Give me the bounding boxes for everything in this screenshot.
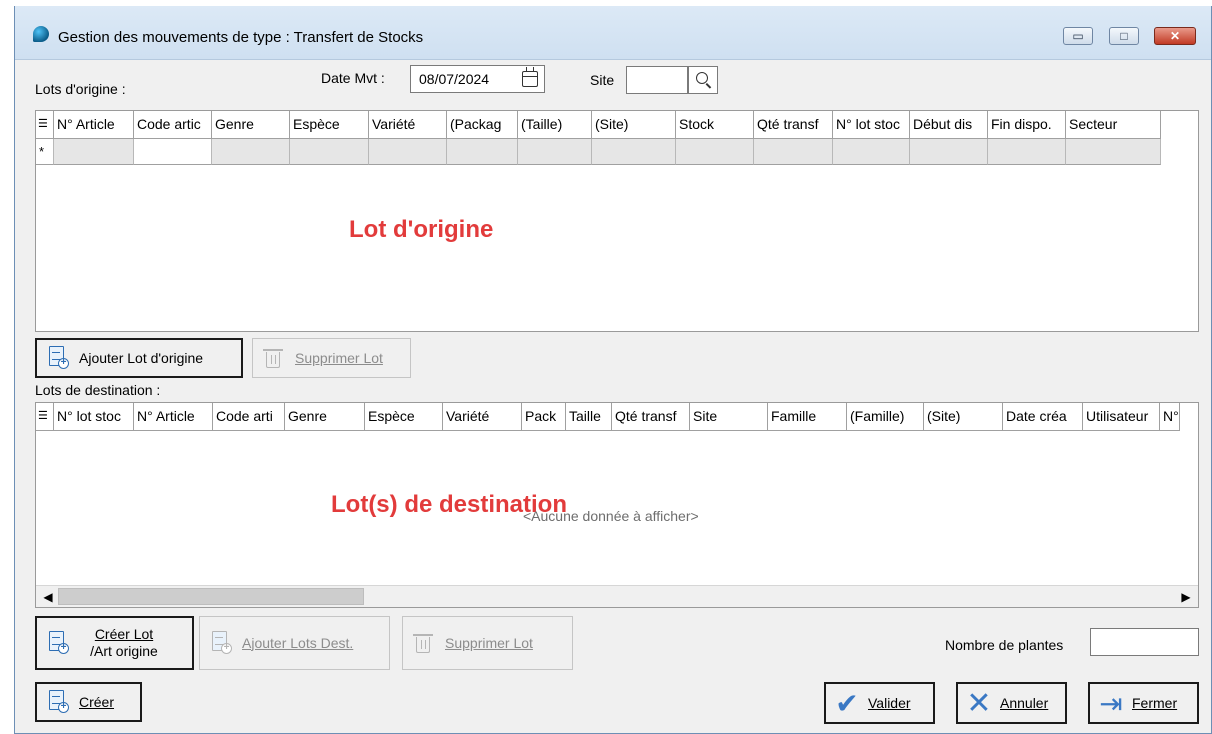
site-field[interactable] <box>626 66 688 94</box>
trash-icon <box>413 631 433 655</box>
dest-col-header[interactable]: N° lot stoc <box>54 403 134 431</box>
dest-col-header[interactable]: Code arti <box>213 403 285 431</box>
add-origin-lot-button[interactable]: + Ajouter Lot d'origine <box>35 338 243 378</box>
close-button[interactable]: ⇥ Fermer <box>1088 682 1199 724</box>
dest-col-header[interactable]: (Famille) <box>847 403 924 431</box>
column-chooser-icon[interactable]: ☰ <box>36 403 54 431</box>
plants-count-label: Nombre de plantes <box>945 637 1064 653</box>
origin-col-header[interactable]: Stock <box>676 111 754 139</box>
column-chooser-icon[interactable]: ☰ <box>36 111 54 139</box>
horizontal-scrollbar[interactable]: ◀ ▶ <box>36 585 1198 607</box>
dest-col-header[interactable]: Genre <box>285 403 365 431</box>
origin-col-header[interactable]: N° Article <box>54 111 134 139</box>
new-row-marker: * <box>36 139 54 165</box>
date-mvt-label: Date Mvt : <box>321 70 385 86</box>
doc-plus-icon: + <box>47 689 69 715</box>
scroll-right-icon[interactable]: ▶ <box>1178 589 1194 605</box>
validate-button[interactable]: ✔ Valider <box>824 682 935 724</box>
grid-cell[interactable] <box>754 139 833 165</box>
origin-col-header[interactable]: (Site) <box>592 111 676 139</box>
dest-col-header[interactable]: Taille <box>566 403 612 431</box>
dest-col-header[interactable]: (Site) <box>924 403 1003 431</box>
origin-grid-header: ☰ N° Article Code artic Genre Espèce Var… <box>36 111 1161 139</box>
origin-col-header[interactable]: N° lot stoc <box>833 111 910 139</box>
dest-col-header[interactable]: Pack <box>522 403 566 431</box>
minimize-button[interactable]: ▭ <box>1063 27 1093 45</box>
plants-count-field[interactable] <box>1090 628 1199 656</box>
dest-col-header[interactable]: Site <box>690 403 768 431</box>
dest-col-header[interactable]: Date créa <box>1003 403 1083 431</box>
origin-col-header[interactable]: Début dis <box>910 111 988 139</box>
grid-cell[interactable] <box>676 139 754 165</box>
dest-col-header[interactable]: Variété <box>443 403 522 431</box>
grid-cell[interactable] <box>988 139 1066 165</box>
scrollbar-thumb[interactable] <box>58 588 364 605</box>
calendar-icon[interactable] <box>522 67 538 87</box>
origin-new-row[interactable]: * <box>36 139 1161 165</box>
dest-col-header[interactable]: Qté transf <box>612 403 690 431</box>
dest-grid-header: ☰ N° lot stoc N° Article Code arti Genre… <box>36 403 1180 431</box>
origin-col-header[interactable]: Genre <box>212 111 290 139</box>
doc-plus-icon: + <box>47 630 69 656</box>
grid-cell[interactable] <box>369 139 447 165</box>
origin-col-header[interactable]: (Taille) <box>518 111 592 139</box>
dest-lots-grid[interactable]: ☰ N° lot stoc N° Article Code arti Genre… <box>35 402 1199 608</box>
dest-col-header[interactable]: Famille <box>768 403 847 431</box>
site-search-button[interactable] <box>688 66 718 94</box>
lots-origine-label: Lots d'origine : <box>35 81 126 97</box>
grid-cell[interactable] <box>592 139 676 165</box>
trash-icon <box>263 346 283 370</box>
doc-plus-icon: + <box>47 345 69 371</box>
dest-col-header[interactable]: N° Article <box>134 403 213 431</box>
origin-col-header[interactable]: Fin dispo. <box>988 111 1066 139</box>
search-icon <box>696 72 708 84</box>
grid-cell[interactable] <box>212 139 290 165</box>
create-button[interactable]: + Créer <box>35 682 142 722</box>
add-dest-lots-button[interactable]: + Ajouter Lots Dest. <box>199 616 390 670</box>
grid-cell[interactable] <box>833 139 910 165</box>
window-title: Gestion des mouvements de type : Transfe… <box>58 29 424 46</box>
site-label: Site <box>590 72 615 88</box>
grid-cell[interactable] <box>518 139 592 165</box>
grid-cell[interactable] <box>447 139 518 165</box>
date-mvt-field[interactable]: 08/07/2024 <box>410 65 545 93</box>
doc-plus-icon: + <box>210 630 232 656</box>
origin-col-header[interactable]: (Packag <box>447 111 518 139</box>
grid-cell[interactable] <box>54 139 134 165</box>
date-mvt-value: 08/07/2024 <box>419 71 490 87</box>
title-bar: Gestion des mouvements de type : Transfe… <box>15 6 1211 60</box>
cancel-button[interactable]: ✕ Annuler <box>956 682 1067 724</box>
origin-col-header[interactable]: Secteur <box>1066 111 1161 139</box>
dest-col-header[interactable]: N° <box>1160 403 1180 431</box>
transfer-window: Gestion des mouvements de type : Transfe… <box>14 6 1212 734</box>
empty-grid-message: <Aucune donnée à afficher> <box>523 508 699 524</box>
origin-col-header[interactable]: Qté transf <box>754 111 833 139</box>
grid-cell[interactable] <box>910 139 988 165</box>
dest-col-header[interactable]: Utilisateur <box>1083 403 1160 431</box>
delete-dest-lot-button[interactable]: Supprimer Lot <box>402 616 573 670</box>
dest-col-header[interactable]: Espèce <box>365 403 443 431</box>
check-icon: ✔ <box>835 687 859 719</box>
dest-lots-label: Lots de destination : <box>35 382 161 398</box>
delete-origin-lot-button[interactable]: Supprimer Lot <box>252 338 411 378</box>
x-icon: ✕ <box>966 686 992 720</box>
grid-cell[interactable] <box>1066 139 1161 165</box>
origin-col-header[interactable]: Espèce <box>290 111 369 139</box>
close-window-button[interactable]: ✕ <box>1154 27 1196 45</box>
app-icon <box>33 26 49 42</box>
create-lot-from-origin-button[interactable]: + Créer Lot /Art origine <box>35 616 194 670</box>
grid-cell[interactable] <box>290 139 369 165</box>
maximize-button[interactable]: □ <box>1109 27 1139 45</box>
origin-col-header[interactable]: Code artic <box>134 111 212 139</box>
exit-door-icon: ⇥ <box>1099 687 1123 719</box>
origin-lots-grid[interactable]: ☰ N° Article Code artic Genre Espèce Var… <box>35 110 1199 332</box>
origin-col-header[interactable]: Variété <box>369 111 447 139</box>
scroll-left-icon[interactable]: ◀ <box>40 589 56 605</box>
grid-cell-active[interactable] <box>134 139 212 165</box>
origin-grid-annotation: Lot d'origine <box>349 216 494 243</box>
